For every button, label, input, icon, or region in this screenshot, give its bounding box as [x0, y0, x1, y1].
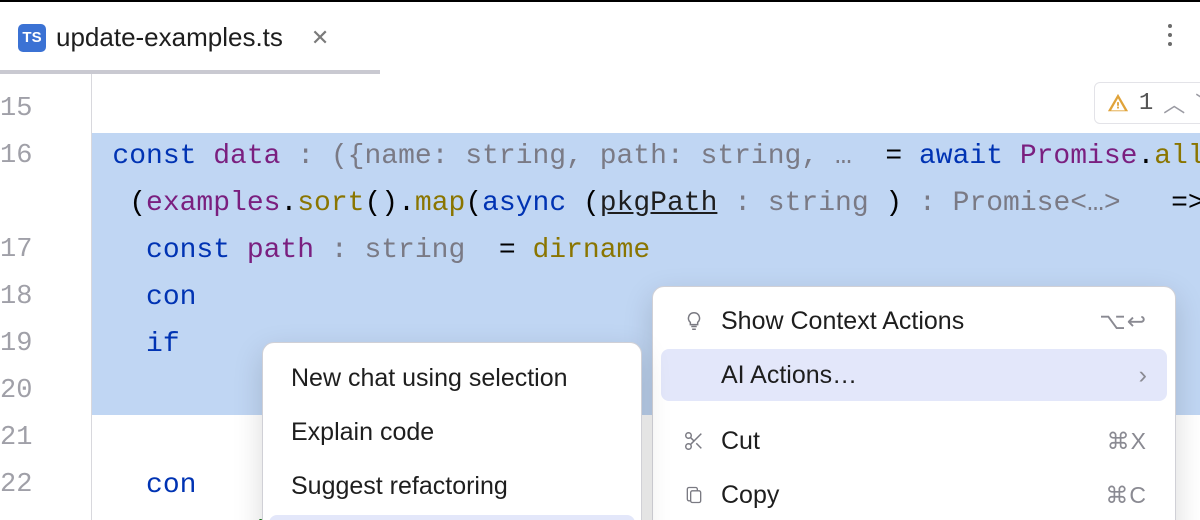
scissors-icon	[681, 430, 707, 452]
line-number	[0, 180, 92, 227]
code-line: const path : string = dirname	[92, 227, 1200, 274]
menu-new-chat[interactable]: New chat using selection	[269, 353, 635, 403]
menu-show-context-actions[interactable]: Show Context Actions ⌥↩	[661, 295, 1167, 347]
gutter: 15 16 17 18 19 20 21 22	[0, 74, 92, 520]
warning-icon	[1107, 92, 1129, 114]
menu-label: Copy	[721, 481, 1091, 510]
code-line: const data : ({name: string, path: strin…	[92, 133, 1200, 180]
line-number: 15	[0, 86, 92, 133]
menu-label: New chat using selection	[291, 364, 568, 393]
line-number: 20	[0, 368, 92, 415]
menu-find-problems[interactable]: Find potential problems	[269, 515, 635, 520]
menu-label: Explain code	[291, 418, 434, 447]
chevron-up-icon[interactable]: ︿	[1163, 87, 1185, 119]
ai-actions-submenu: New chat using selection Explain code Su…	[262, 342, 642, 520]
line-number: 21	[0, 415, 92, 462]
editor: 15 16 17 18 19 20 21 22 1 ︿ ﹀ const data…	[0, 74, 1200, 520]
menu-label: AI Actions…	[721, 361, 1125, 390]
code-line	[92, 86, 1200, 133]
shortcut: ⌘C	[1105, 482, 1147, 509]
code-line: (examples.sort().map(async (pkgPath : st…	[92, 180, 1200, 227]
typescript-icon: TS	[18, 24, 46, 52]
menu-label: Cut	[721, 427, 1093, 456]
menu-label: Show Context Actions	[721, 307, 1085, 336]
chevron-down-icon[interactable]: ﹀	[1195, 87, 1200, 119]
menu-suggest-refactoring[interactable]: Suggest refactoring	[269, 461, 635, 511]
copy-icon	[681, 484, 707, 506]
menu-copy[interactable]: Copy ⌘C	[661, 469, 1167, 520]
inspection-widget[interactable]: 1 ︿ ﹀	[1094, 82, 1200, 124]
menu-label: Suggest refactoring	[291, 472, 508, 501]
context-menu: Show Context Actions ⌥↩ AI Actions… › Cu…	[652, 286, 1176, 520]
chevron-right-icon: ›	[1139, 361, 1147, 390]
menu-explain-code[interactable]: Explain code	[269, 407, 635, 457]
line-number: 16	[0, 133, 92, 180]
more-icon[interactable]	[1168, 24, 1172, 46]
menu-cut[interactable]: Cut ⌘X	[661, 415, 1167, 467]
line-number: 17	[0, 227, 92, 274]
menu-ai-actions[interactable]: AI Actions… ›	[661, 349, 1167, 401]
warning-count: 1	[1139, 90, 1153, 117]
shortcut: ⌘X	[1107, 428, 1147, 455]
tab-filename: update-examples.ts	[56, 22, 283, 53]
file-tab[interactable]: TS update-examples.ts ✕	[18, 22, 329, 53]
line-number: 22	[0, 462, 92, 509]
shortcut: ⌥↩	[1099, 308, 1147, 335]
tab-bar: TS update-examples.ts ✕	[0, 2, 1200, 74]
lightbulb-icon	[681, 310, 707, 332]
line-number: 19	[0, 321, 92, 368]
close-icon[interactable]: ✕	[311, 25, 329, 51]
line-number: 18	[0, 274, 92, 321]
